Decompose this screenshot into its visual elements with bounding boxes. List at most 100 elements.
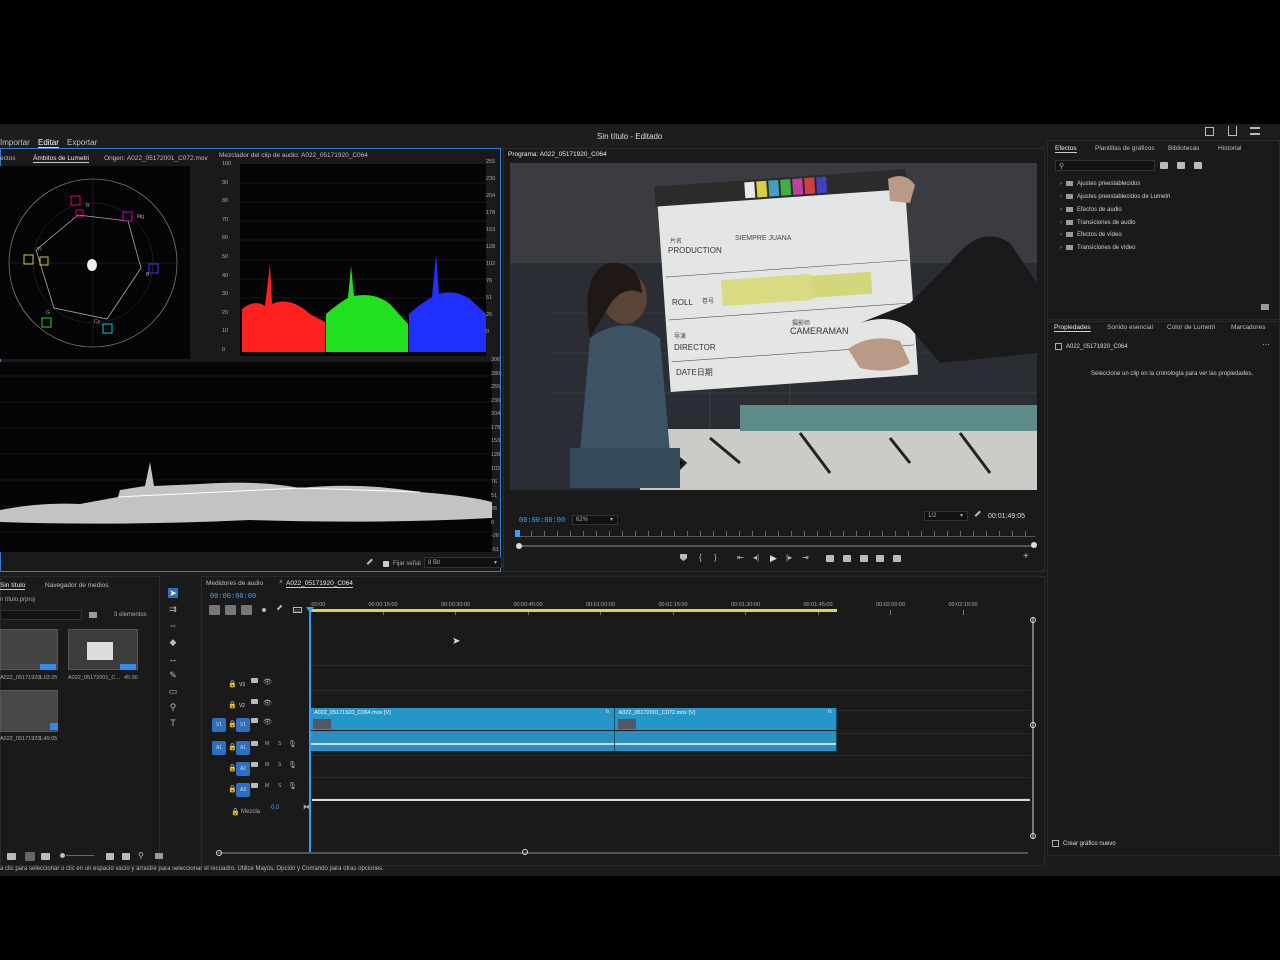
tab-source[interactable]: Origen: A022_05172001_C072.mov <box>104 155 208 162</box>
automate-to-sequence-icon[interactable] <box>122 853 130 860</box>
mute-icon[interactable]: M <box>265 783 269 789</box>
32bit-effects-icon[interactable] <box>1177 162 1185 169</box>
program-playhead[interactable] <box>515 530 520 537</box>
track-select-tool-icon[interactable]: ⇉ <box>168 604 178 614</box>
close-tab-icon[interactable]: × <box>279 579 283 586</box>
tab-effects-short[interactable]: ectos <box>0 155 16 162</box>
button-editor-plus-icon[interactable]: + <box>1023 551 1029 562</box>
tab-properties[interactable]: Propiedades <box>1054 324 1091 332</box>
lift-icon[interactable] <box>826 555 834 562</box>
icon-view-icon[interactable] <box>25 852 35 861</box>
eye-icon[interactable]: 👁 <box>263 699 272 707</box>
tab-libraries[interactable]: Bibliotecas <box>1168 145 1199 152</box>
mix-value[interactable]: 0,0 <box>271 805 279 811</box>
accelerated-effects-icon[interactable] <box>1160 162 1168 169</box>
effects-folder-audio-transitions[interactable]: › Transiciones de audio <box>1060 220 1135 226</box>
ripple-edit-tool-icon[interactable]: ⇔ <box>168 620 178 630</box>
comparison-view-icon[interactable] <box>876 555 884 562</box>
mic-icon[interactable]: 🎙 <box>288 740 297 748</box>
tab-sequence[interactable]: A022_05171920_C064 <box>286 580 353 588</box>
tab-lumetri-scopes[interactable]: Ámbitos de Lumetri <box>33 155 89 163</box>
more-options-icon[interactable]: ⋯ <box>1262 340 1270 349</box>
mark-in-icon[interactable]: { <box>699 553 702 562</box>
zoom-slider-handle[interactable] <box>60 853 65 858</box>
effects-folder-audio-effects[interactable]: › Efectos de audio <box>1060 207 1122 213</box>
list-view-icon[interactable] <box>7 853 16 860</box>
yuv-effects-icon[interactable] <box>1194 162 1202 169</box>
program-timecode[interactable]: 00:00:00:00 <box>519 517 565 525</box>
lock-icon[interactable]: 🔒 <box>231 808 240 816</box>
eye-icon[interactable]: 👁 <box>263 718 272 726</box>
extract-icon[interactable] <box>843 555 851 562</box>
mute-icon[interactable]: M <box>265 741 269 747</box>
play-icon[interactable]: ▶ <box>770 553 777 564</box>
source-patch-a1[interactable]: A1 <box>212 741 226 755</box>
effects-folder-video-effects[interactable]: › Efectos de vídeo <box>1060 232 1122 238</box>
rectangle-tool-icon[interactable]: ▭ <box>168 686 178 696</box>
tab-graphics-templates[interactable]: Plantillas de gráficos <box>1095 145 1155 152</box>
effects-search-input[interactable]: ⚲ <box>1055 160 1155 171</box>
fix-signal-checkbox[interactable] <box>383 561 389 567</box>
step-forward-icon[interactable]: |▸ <box>786 553 792 562</box>
solo-icon[interactable]: S <box>278 783 281 789</box>
resolution-select[interactable]: 1/2 ▾ <box>924 511 968 521</box>
new-bin-icon[interactable] <box>1261 304 1269 310</box>
step-back-icon[interactable]: ◂| <box>753 553 759 562</box>
horizontal-scroll-handle-left[interactable] <box>216 850 222 856</box>
proxy-toggle-icon[interactable] <box>893 555 901 562</box>
effects-folder-presets[interactable]: › Ajustes preestablecidos <box>1060 181 1140 187</box>
mix-level-line[interactable] <box>312 799 1030 801</box>
sort-icon[interactable] <box>106 853 114 860</box>
video-clip[interactable]: A022_05171920_C064.mov [V] fx <box>310 708 615 730</box>
track-label-v2[interactable]: V2 <box>236 699 248 713</box>
sync-lock-icon[interactable] <box>251 783 258 788</box>
quick-export-icon[interactable] <box>1205 127 1214 136</box>
mic-icon[interactable]: 🎙 <box>288 761 297 769</box>
sync-lock-icon[interactable] <box>251 741 258 746</box>
video-clip[interactable]: A022_05172001_C072.mov [V] fx <box>614 708 837 730</box>
zoom-select[interactable]: 62% ▾ <box>572 515 618 525</box>
go-to-out-icon[interactable]: ⇥ <box>802 553 809 562</box>
program-scrub-bar[interactable] <box>518 545 1035 547</box>
program-scrub-end-handle[interactable] <box>1031 542 1037 548</box>
new-bin-icon[interactable] <box>155 853 163 859</box>
tab-essential-sound[interactable]: Sonido esencial <box>1107 324 1153 331</box>
tab-project[interactable]: Sin título <box>0 582 26 590</box>
sync-lock-icon[interactable] <box>251 699 258 704</box>
razor-tool-icon[interactable]: ◆ <box>168 637 178 647</box>
track-label-v1[interactable]: V1 <box>236 718 250 732</box>
solo-icon[interactable]: S <box>278 741 281 747</box>
add-marker-icon[interactable] <box>262 608 266 612</box>
work-area-bar[interactable] <box>310 609 837 612</box>
track-label-a3[interactable]: A3 <box>236 783 250 797</box>
audio-clip[interactable] <box>614 731 837 751</box>
mute-icon[interactable]: M <box>265 762 269 768</box>
vertical-scroll-handle-bottom[interactable] <box>1030 833 1036 839</box>
track-label-v3[interactable]: V3 <box>236 678 248 692</box>
sync-lock-icon[interactable] <box>251 678 258 683</box>
track-label-a1[interactable]: A1 <box>236 741 250 755</box>
menu-export[interactable]: Exportar <box>67 138 97 147</box>
horizontal-scroll-handle-right[interactable] <box>522 849 528 855</box>
tab-effects[interactable]: Efectos <box>1055 145 1077 153</box>
eye-icon[interactable]: 👁 <box>263 678 272 686</box>
solo-icon[interactable]: S <box>278 762 281 768</box>
tab-media-browser[interactable]: Navegador de medios <box>45 582 109 589</box>
bit-depth-select[interactable]: 8 Bit ▾ <box>424 557 502 568</box>
menu-edit[interactable]: Editar <box>38 138 59 148</box>
tab-markers[interactable]: Marcadores <box>1231 324 1265 331</box>
program-ruler[interactable] <box>518 531 1035 537</box>
audio-clip[interactable] <box>310 731 615 751</box>
sync-lock-icon[interactable] <box>251 718 258 723</box>
export-frame-icon[interactable] <box>860 555 868 562</box>
linked-selection-icon[interactable] <box>241 605 252 615</box>
timeline-horizontal-scrollbar[interactable] <box>218 852 1028 854</box>
tab-audio-meters[interactable]: Medidores de audio <box>206 580 263 587</box>
project-search-input[interactable] <box>0 610 82 620</box>
create-graphic-button[interactable]: Crear gráfico nuevo <box>1063 841 1116 847</box>
tab-history[interactable]: Historial <box>1218 145 1241 152</box>
type-tool-icon[interactable]: T <box>168 718 178 728</box>
timeline-vertical-scrollbar[interactable] <box>1032 617 1034 839</box>
find-icon[interactable]: ⚲ <box>138 851 144 860</box>
share-icon[interactable] <box>1228 126 1237 136</box>
